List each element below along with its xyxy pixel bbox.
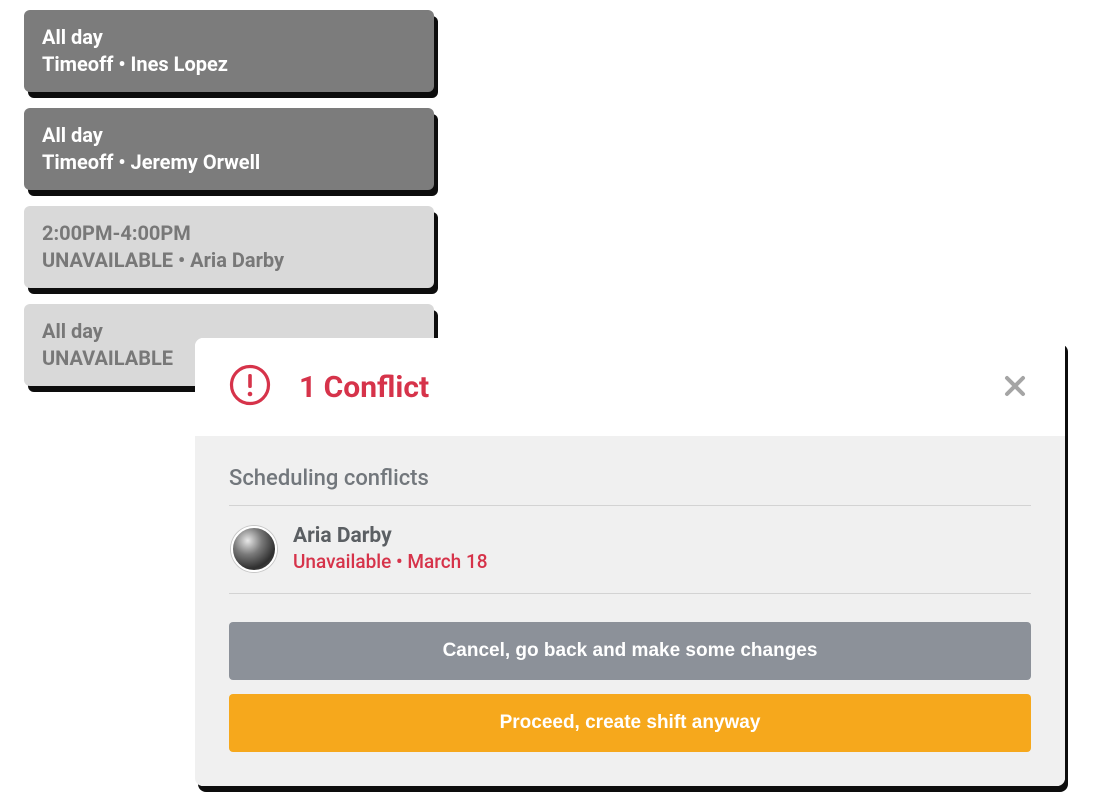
schedule-card[interactable]: 2:00PM-4:00PM UNAVAILABLE • Aria Darby: [24, 206, 434, 288]
conflict-modal: 1 Conflict Scheduling conflicts Aria Dar…: [195, 338, 1065, 786]
conflict-detail: Unavailable • March 18: [293, 550, 488, 573]
close-button[interactable]: [995, 366, 1035, 409]
schedule-card-detail: Timeoff • Ines Lopez: [42, 51, 416, 78]
cancel-button[interactable]: Cancel, go back and make some changes: [229, 622, 1031, 680]
close-icon: [1003, 374, 1027, 401]
schedule-card[interactable]: All day Timeoff • Ines Lopez: [24, 10, 434, 92]
modal-body: Scheduling conflicts Aria Darby Unavaila…: [195, 436, 1065, 786]
schedule-card-detail: Timeoff • Jeremy Orwell: [42, 149, 416, 176]
schedule-card-detail: UNAVAILABLE • Aria Darby: [42, 247, 416, 274]
schedule-card-time: All day: [42, 24, 416, 51]
schedule-card[interactable]: All day Timeoff • Jeremy Orwell: [24, 108, 434, 190]
proceed-button[interactable]: Proceed, create shift anyway: [229, 694, 1031, 752]
conflict-row: Aria Darby Unavailable • March 18: [229, 506, 1031, 594]
alert-icon: [229, 364, 271, 410]
modal-title: 1 Conflict: [299, 370, 995, 405]
conflict-person-name: Aria Darby: [293, 524, 488, 548]
schedule-card-time: 2:00PM-4:00PM: [42, 220, 416, 247]
section-heading: Scheduling conflicts: [229, 466, 1031, 506]
modal-header: 1 Conflict: [195, 338, 1065, 436]
avatar: [231, 526, 277, 572]
schedule-card-time: All day: [42, 122, 416, 149]
conflict-info: Aria Darby Unavailable • March 18: [293, 524, 488, 573]
